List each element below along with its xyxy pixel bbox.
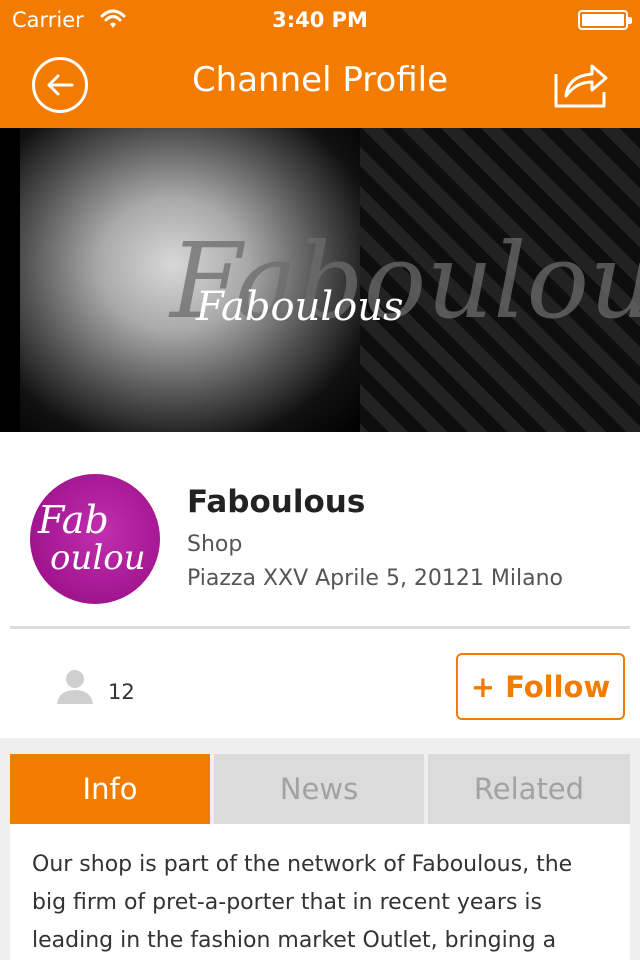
- top-bar: Carrier 3:40 PM Channel Profile: [0, 0, 640, 128]
- page-title: Channel Profile: [191, 60, 449, 100]
- channel-description: Our shop is part of the network of Fabou…: [32, 852, 573, 953]
- tab-related[interactable]: Related: [428, 754, 630, 824]
- tab-info[interactable]: Info: [10, 754, 210, 824]
- divider: [10, 626, 630, 629]
- share-button[interactable]: [552, 56, 610, 110]
- person-icon: [55, 666, 95, 706]
- back-arrow-icon: [47, 74, 74, 96]
- info-panel: Our shop is part of the network of Fabou…: [10, 824, 630, 960]
- logo-text-line2: oulou: [50, 538, 146, 578]
- channel-type: Shop: [187, 532, 243, 557]
- channel-address: Piazza XXV Aprile 5, 20121 Milano: [187, 566, 563, 591]
- back-button[interactable]: [32, 57, 88, 113]
- channel-profile-card: Fab oulou Faboulous Shop Piazza XXV Apri…: [0, 432, 640, 738]
- status-bar: Carrier 3:40 PM: [0, 0, 640, 40]
- logo-text-line1: Fab: [38, 498, 109, 542]
- battery-icon: [578, 10, 632, 30]
- channel-banner-image: Faboulous Faboulous: [0, 128, 640, 432]
- channel-name: Faboulous: [187, 484, 366, 520]
- tab-news[interactable]: News: [214, 754, 424, 824]
- banner-wordmark: Faboulous: [196, 284, 404, 330]
- channel-logo: Fab oulou: [30, 474, 160, 604]
- share-icon: [554, 64, 608, 108]
- clock: 3:40 PM: [272, 8, 368, 32]
- profile-tabs: Info News Related: [10, 754, 630, 824]
- follow-button[interactable]: + Follow: [456, 653, 625, 720]
- followers-count: 12: [108, 680, 135, 704]
